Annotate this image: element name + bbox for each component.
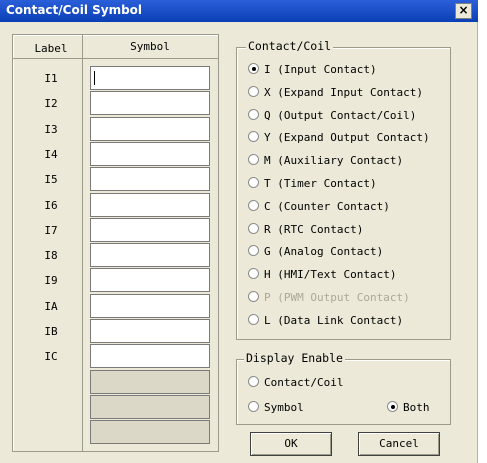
- symbol-input[interactable]: [90, 91, 210, 116]
- contact-coil-option[interactable]: T (Timer Contact): [248, 177, 377, 190]
- contact-coil-option[interactable]: C (Counter Contact): [248, 199, 390, 213]
- row-label: IB: [44, 325, 58, 338]
- symbol-column-header: Symbol: [130, 40, 170, 53]
- row-label: I1: [44, 72, 58, 85]
- text-caret: [94, 71, 95, 85]
- contact-coil-option[interactable]: Q (Output Contact/Coil): [248, 108, 417, 122]
- radio-icon: [248, 245, 259, 257]
- radio-icon: [248, 177, 259, 188]
- row-label: IA: [44, 299, 58, 313]
- contact-coil-option[interactable]: Y (Expand Output Contact): [248, 131, 430, 144]
- symbol-input[interactable]: [90, 217, 210, 242]
- row-label: IC: [44, 350, 58, 364]
- contact-coil-option[interactable]: I (Input Contact): [248, 63, 377, 76]
- radio-icon: [248, 268, 259, 280]
- contact-coil-option-label: G (Analog Contact): [264, 245, 384, 259]
- display-contact-coil-radio[interactable]: Contact/Coil: [248, 376, 343, 389]
- symbol-input[interactable]: [90, 116, 210, 141]
- radio-icon: [248, 131, 259, 143]
- radio-selected-icon: [248, 63, 259, 74]
- close-button[interactable]: ×: [455, 3, 472, 19]
- radio-icon: [248, 154, 259, 166]
- table-column-divider: [82, 34, 83, 452]
- row-label: I6: [44, 198, 58, 212]
- contact-coil-option[interactable]: H (HMI/Text Contact): [248, 268, 396, 281]
- symbol-input[interactable]: [90, 344, 210, 369]
- radio-icon: [248, 291, 259, 302]
- contact-coil-option: P (PWM Output Contact): [248, 291, 410, 304]
- cancel-button[interactable]: Cancel: [358, 432, 440, 456]
- close-icon: ×: [458, 3, 469, 17]
- dialog-window: Contact/Coil Symbol × Label Symbol I1 I2 I…: [0, 0, 478, 463]
- symbol-input[interactable]: [90, 319, 210, 343]
- radio-selected-icon: [387, 401, 398, 412]
- row-label: I7: [44, 223, 58, 237]
- symbol-input-disabled: [90, 420, 210, 445]
- contact-coil-option-label: M (Auxiliary Contact): [264, 154, 404, 168]
- contact-coil-option[interactable]: X (Expand Input Contact): [248, 85, 423, 99]
- contact-coil-option-label: X (Expand Input Contact): [264, 85, 423, 99]
- display-enable-group-label: Display Enable: [244, 351, 345, 365]
- contact-coil-option-label: C (Counter Contact): [264, 199, 390, 213]
- display-both-label: Both: [403, 401, 430, 414]
- radio-icon: [248, 222, 259, 234]
- contact-coil-option[interactable]: M (Auxiliary Contact): [248, 154, 403, 167]
- radio-icon: [248, 401, 259, 412]
- ok-button[interactable]: OK: [250, 432, 332, 456]
- symbol-input[interactable]: [90, 141, 210, 166]
- contact-coil-option-label: R (RTC Contact): [264, 222, 364, 236]
- display-enable-group: [236, 359, 451, 425]
- contact-coil-option-label: Q (Output Contact/Coil): [264, 108, 417, 122]
- row-label: I9: [44, 274, 58, 288]
- dialog-title: Contact/Coil Symbol: [6, 3, 143, 17]
- display-symbol-label: Symbol: [264, 401, 304, 414]
- symbol-input-disabled: [90, 394, 210, 419]
- contact-coil-option-label: P (PWM Output Contact): [264, 291, 410, 304]
- contact-coil-option-label: L (Data Link Contact): [264, 313, 404, 327]
- title-bar[interactable]: Contact/Coil Symbol ×: [0, 0, 478, 22]
- display-symbol-radio[interactable]: Symbol: [248, 401, 304, 414]
- symbol-input[interactable]: [90, 167, 210, 192]
- label-column-header: Label: [34, 42, 68, 55]
- display-both-radio[interactable]: Both: [387, 401, 430, 414]
- symbol-input[interactable]: [90, 293, 210, 318]
- row-label: I8: [44, 249, 58, 263]
- radio-icon: [248, 199, 259, 211]
- contact-coil-option[interactable]: L (Data Link Contact): [248, 313, 404, 327]
- symbol-input[interactable]: [90, 268, 210, 293]
- contact-coil-option[interactable]: G (Analog Contact): [248, 245, 383, 258]
- contact-coil-group-label: Contact/Coil: [246, 39, 334, 53]
- row-label: I4: [44, 147, 58, 161]
- contact-coil-option-label: T (Timer Contact): [264, 177, 377, 190]
- radio-icon: [248, 376, 259, 387]
- contact-coil-option-label: I (Input Contact): [264, 63, 377, 76]
- contact-coil-option-label: Y (Expand Output Contact): [264, 131, 430, 145]
- display-contact-coil-label: Contact/Coil: [264, 376, 344, 389]
- symbol-input[interactable]: [90, 192, 210, 217]
- radio-icon: [248, 108, 259, 120]
- table-header-divider: [13, 58, 218, 59]
- symbol-input-disabled: [90, 369, 210, 394]
- row-label: I3: [44, 122, 58, 136]
- row-label: I5: [44, 173, 58, 187]
- row-label: I2: [44, 97, 58, 111]
- contact-coil-option[interactable]: R (RTC Contact): [248, 222, 364, 236]
- symbol-input[interactable]: [90, 66, 210, 90]
- radio-icon: [248, 85, 259, 97]
- symbol-input[interactable]: [90, 243, 210, 268]
- radio-icon: [248, 313, 259, 325]
- contact-coil-option-label: H (HMI/Text Contact): [264, 268, 397, 282]
